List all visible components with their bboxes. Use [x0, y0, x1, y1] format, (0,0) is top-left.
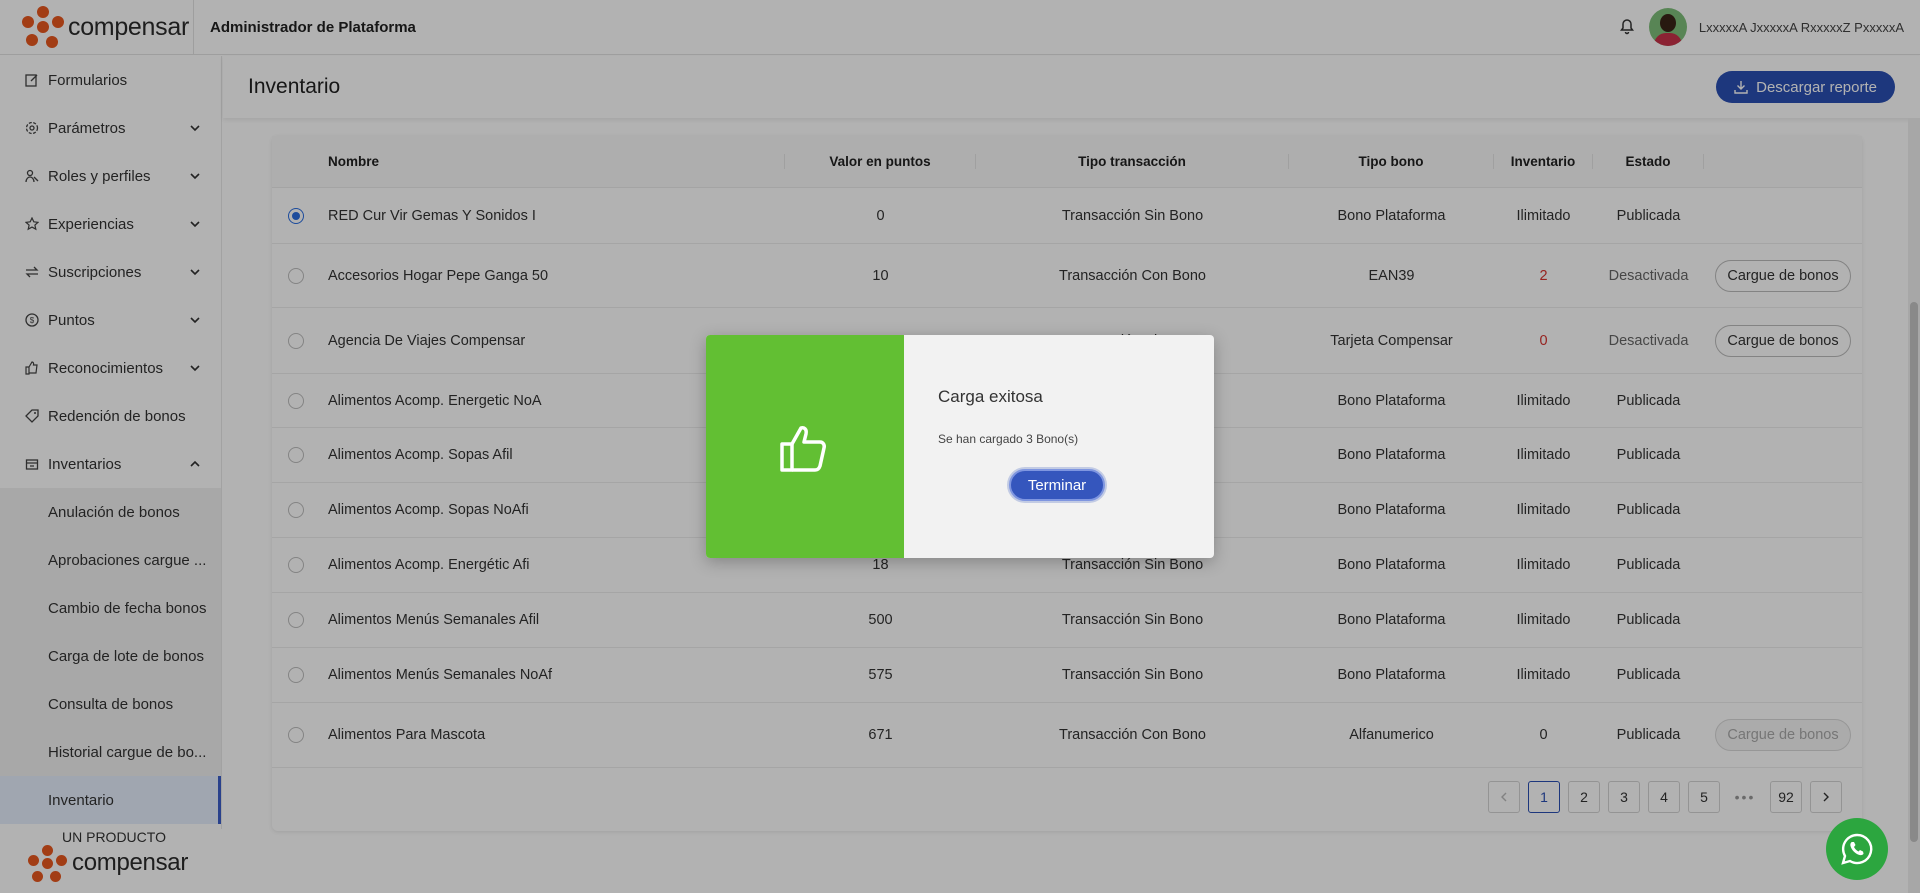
modal-message: Se han cargado 3 Bono(s)	[938, 432, 1079, 446]
thumbs-up-icon	[780, 425, 826, 472]
whatsapp-button[interactable]	[1826, 818, 1888, 880]
modal-title: Carga exitosa	[938, 387, 1043, 406]
modal-icon-panel	[706, 335, 904, 558]
whatsapp-icon	[1841, 833, 1873, 865]
modal-content: Carga exitosa Se han cargado 3 Bono(s) T…	[904, 335, 1214, 558]
finish-button[interactable]: Terminar	[1009, 469, 1105, 501]
success-modal: Carga exitosa Se han cargado 3 Bono(s) T…	[706, 335, 1214, 558]
